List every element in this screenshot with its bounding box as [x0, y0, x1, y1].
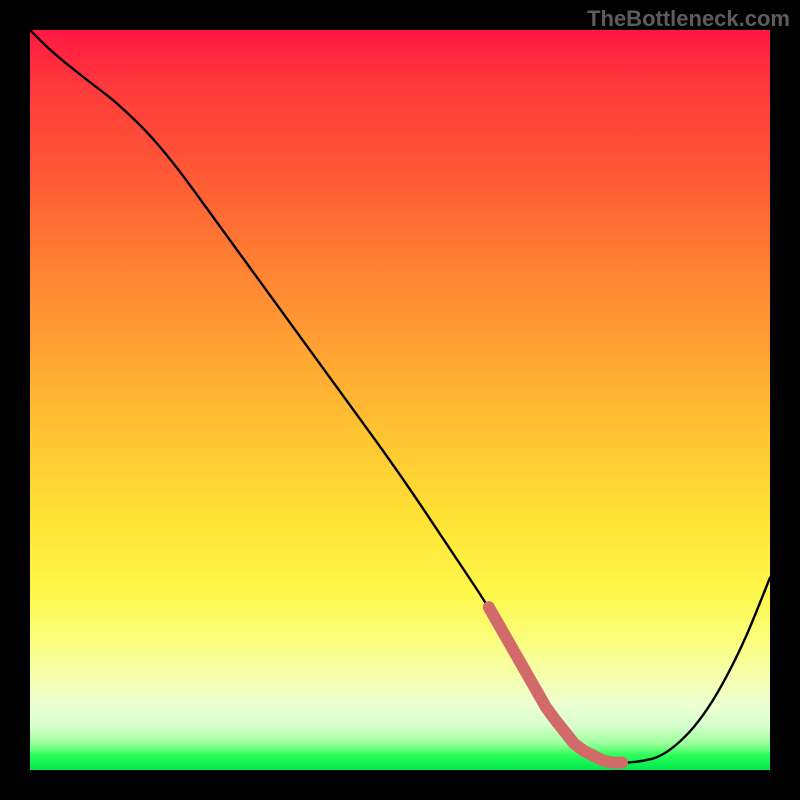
curve-svg	[30, 30, 770, 770]
chart-frame: TheBottleneck.com	[0, 0, 800, 800]
plot-area	[30, 30, 770, 770]
watermark-text: TheBottleneck.com	[587, 6, 790, 32]
highlight-segment	[489, 607, 622, 762]
bottleneck-curve	[30, 30, 770, 763]
